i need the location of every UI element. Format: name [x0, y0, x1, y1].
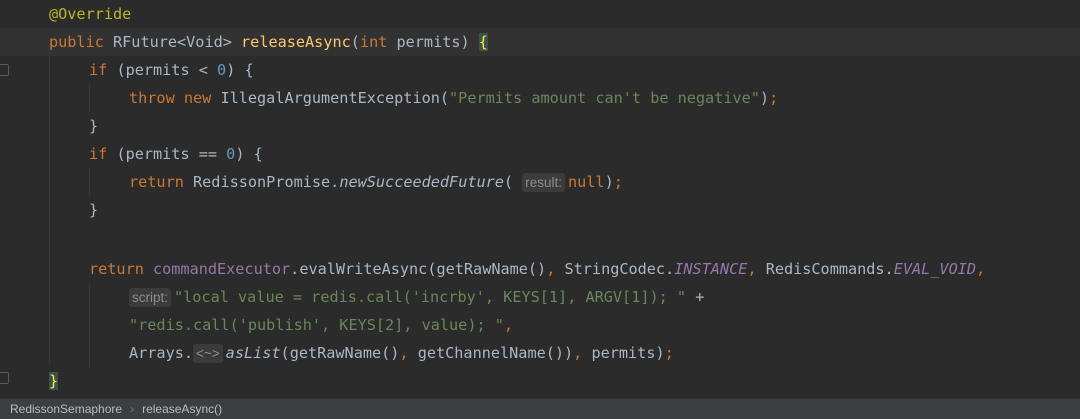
code-token: } [89, 117, 99, 135]
breadcrumb-bar: RedissonSemaphore › releaseAsync() [0, 398, 1080, 419]
code-line[interactable]: } [0, 196, 1080, 224]
breadcrumb-class[interactable]: RedissonSemaphore [10, 399, 122, 419]
code-token: public [49, 33, 114, 51]
code-token: RedisCommands. [765, 260, 894, 278]
code-token: (getRawName() [280, 344, 400, 362]
code-token: { [478, 33, 488, 51]
code-token: RFuture<Void> [113, 33, 242, 51]
code-text: } [89, 196, 98, 224]
code-token: IllegalArgumentException( [220, 89, 450, 107]
code-text: Arrays. <~> asList(getRawName(), getChanne… [129, 339, 674, 368]
code-token: } [89, 201, 99, 219]
code-text: script: "local value = redis.call('incrby… [129, 283, 704, 312]
code-text: } [49, 367, 59, 395]
code-token: getChannelName()) [417, 344, 574, 362]
code-token: .evalWriteAsync(getRawName() [290, 260, 547, 278]
code-line[interactable]: if (permits < 0) { [0, 56, 1080, 84]
code-token: ; [613, 173, 623, 191]
code-token: ) [759, 89, 770, 107]
code-token: , [503, 316, 514, 334]
code-token: "Permits amount can't be negative" [449, 89, 760, 107]
code-token: 0 [217, 61, 227, 79]
code-editor[interactable]: @Override public RFuture<Void> releaseAsy… [0, 0, 1080, 398]
code-token: StringCodec. [564, 260, 675, 278]
code-token: commandExecutor [153, 260, 291, 278]
code-line[interactable]: } [0, 112, 1080, 140]
code-token: ) [604, 173, 614, 191]
code-token: int [359, 33, 397, 51]
code-token: @Override [49, 5, 132, 23]
code-token: "redis.call('publish', KEYS[2], value); … [129, 316, 504, 334]
code-token: newSucceededFuture [339, 173, 504, 191]
code-token: return [89, 260, 154, 278]
code-token: ) { [226, 61, 254, 79]
code-token: , [546, 260, 565, 278]
code-token: EVAL_VOID [893, 260, 976, 278]
code-token: RedissonPromise. [193, 173, 340, 191]
code-token: ) { [235, 145, 263, 163]
code-token: } [49, 372, 59, 390]
code-token: 0 [226, 145, 236, 163]
inlay-hint: <~> [193, 344, 223, 363]
code-token: permits) [396, 33, 479, 51]
code-text: throw new IllegalArgumentException("Perm… [129, 84, 778, 112]
code-token: , [976, 260, 986, 278]
code-text: public RFuture<Void> releaseAsync(int pe… [49, 28, 488, 56]
code-token: , [573, 344, 592, 362]
code-token: Arrays. [129, 344, 194, 362]
code-text: return RedissonPromise.newSucceededFutur… [129, 168, 623, 197]
breadcrumb-method[interactable]: releaseAsync() [142, 399, 222, 419]
code-text: @Override [49, 0, 131, 28]
code-text: } [89, 112, 98, 140]
inlay-hint: script: [129, 288, 172, 307]
code-line[interactable]: public RFuture<Void> releaseAsync(int pe… [0, 28, 1080, 56]
code-line[interactable]: if (permits == 0) { [0, 140, 1080, 168]
code-token: null [567, 173, 605, 191]
code-token: if [89, 145, 117, 163]
code-line[interactable] [0, 224, 1080, 252]
code-token: ; [769, 89, 779, 107]
code-token: ; [664, 344, 674, 362]
code-text: return commandExecutor.evalWriteAsync(ge… [89, 255, 985, 283]
code-token: throw new [129, 89, 221, 107]
code-line[interactable]: "redis.call('publish', KEYS[2], value); … [0, 311, 1080, 339]
code-token: return [129, 173, 194, 191]
code-token: INSTANCE [674, 260, 748, 278]
code-text: "redis.call('publish', KEYS[2], value); … [129, 311, 513, 339]
code-line[interactable]: return RedissonPromise.newSucceededFutur… [0, 168, 1080, 196]
code-line[interactable]: return commandExecutor.evalWriteAsync(ge… [0, 255, 1080, 283]
code-token: , [747, 260, 766, 278]
code-line[interactable]: Arrays. <~> asList(getRawName(), getChanne… [0, 339, 1080, 367]
code-token: + [686, 288, 705, 306]
code-token: if [89, 61, 117, 79]
code-token: "local value = redis.call('incrby', KEYS… [174, 288, 687, 306]
code-line[interactable]: } [0, 367, 1080, 395]
code-token: ( [503, 173, 523, 191]
breadcrumb-separator-icon: › [130, 402, 135, 416]
inlay-hint: result: [522, 173, 565, 192]
code-line[interactable]: throw new IllegalArgumentException("Perm… [0, 84, 1080, 112]
code-token: asList [225, 344, 281, 362]
code-token: (permits == [116, 145, 227, 163]
code-line[interactable]: @Override [0, 0, 1080, 28]
code-token: ( [350, 33, 360, 51]
code-line[interactable]: script: "local value = redis.call('incrby… [0, 283, 1080, 311]
code-text: if (permits == 0) { [89, 140, 263, 168]
code-text: if (permits < 0) { [89, 56, 254, 84]
code-token: , [399, 344, 418, 362]
code-token: (permits < [116, 61, 218, 79]
code-token: permits) [591, 344, 665, 362]
code-token: releaseAsync [241, 33, 351, 51]
